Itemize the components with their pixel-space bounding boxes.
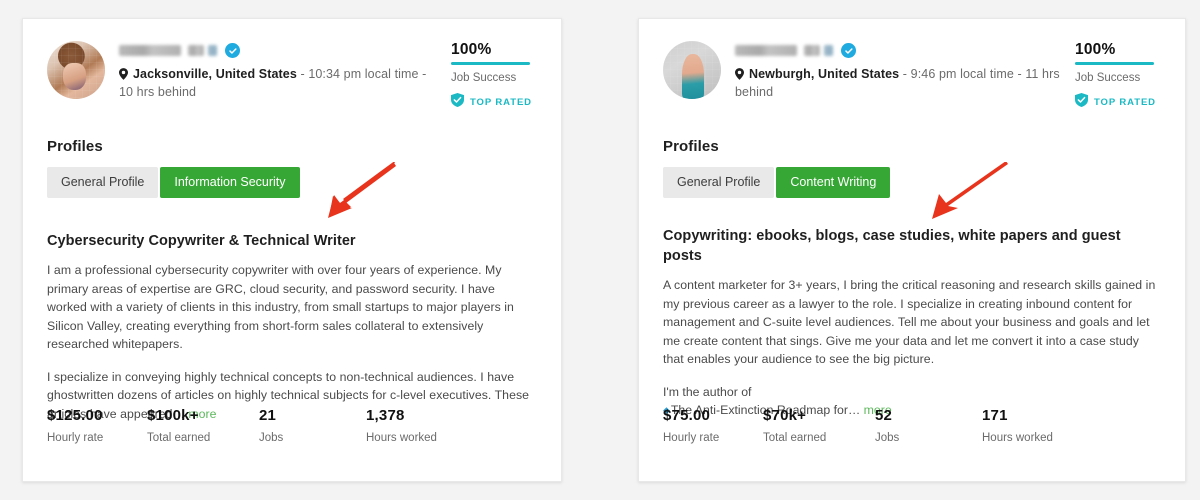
stat-value: $100k+	[147, 407, 199, 424]
stat-jobs: 21 Jobs	[259, 407, 366, 445]
job-success-block: 100% Job Success TOP RATED	[1075, 39, 1161, 112]
stat-value: 171	[982, 407, 1008, 424]
time-separator: -	[1013, 67, 1026, 81]
job-success-bar	[1075, 62, 1154, 65]
profiles-heading: Profiles	[47, 138, 103, 155]
name-blur-part	[804, 45, 820, 56]
stats-row: $125.00 Hourly rate $100k+ Total earned …	[47, 407, 537, 445]
card-header: Jacksonville, United States - 10:34 pm l…	[47, 39, 537, 112]
avatar-blur-overlay	[663, 41, 721, 99]
tab-specialized-profile[interactable]: Information Security	[160, 167, 300, 198]
top-rated-badge: TOP RATED	[1075, 93, 1161, 112]
shield-icon	[1075, 93, 1088, 112]
profile-description-paragraph: A content marketer for 3+ years, I bring…	[663, 278, 1156, 366]
freelancer-profile-comparison-page: Jacksonville, United States - 10:34 pm l…	[0, 0, 1200, 500]
stat-value: 52	[875, 407, 893, 424]
stat-label: Jobs	[875, 432, 900, 444]
stat-hourly-rate: $75.00 Hourly rate	[663, 407, 763, 445]
time-separator: -	[418, 67, 427, 81]
stat-value: $75.00	[663, 407, 711, 424]
job-success-label: Job Success	[451, 72, 517, 84]
location-line: Newburgh, United States - 9:46 pm local …	[735, 66, 1067, 100]
shield-icon	[451, 93, 464, 112]
local-time-text: 10:34 pm local time	[308, 67, 419, 81]
stat-total-earned: $70k+ Total earned	[763, 407, 875, 445]
name-blur-part	[208, 45, 217, 56]
stat-label: Jobs	[259, 432, 284, 444]
freelancer-name-redacted	[119, 42, 443, 59]
name-blur-part	[188, 45, 204, 56]
job-success-label: Job Success	[1075, 72, 1141, 84]
identity-block: Newburgh, United States - 9:46 pm local …	[735, 39, 1075, 100]
tab-specialized-profile[interactable]: Content Writing	[776, 167, 891, 198]
location-pin-icon	[735, 68, 744, 84]
stat-total-earned: $100k+ Total earned	[147, 407, 259, 445]
top-rated-badge: TOP RATED	[451, 93, 537, 112]
location-pin-icon	[119, 68, 128, 84]
stat-hours-worked: 171 Hours worked	[982, 407, 1102, 445]
stats-row: $75.00 Hourly rate $70k+ Total earned 52…	[663, 407, 1161, 445]
card-header: Newburgh, United States - 9:46 pm local …	[663, 39, 1161, 112]
freelancer-name-redacted	[735, 42, 1067, 59]
location-text: Newburgh, United States	[749, 67, 900, 81]
tab-general-profile[interactable]: General Profile	[47, 167, 159, 198]
stat-value: $70k+	[763, 407, 807, 424]
identity-block: Jacksonville, United States - 10:34 pm l…	[119, 39, 451, 100]
stat-label: Total earned	[763, 432, 827, 444]
location-separator: -	[296, 67, 309, 81]
local-time-text: 9:46 pm local time	[910, 67, 1014, 81]
job-title: Cybersecurity Copywriter & Technical Wri…	[47, 233, 356, 249]
profiles-tabs: General Profile Content Writing	[663, 167, 1161, 198]
job-success-block: 100% Job Success TOP RATED	[451, 39, 537, 112]
job-success-bar	[451, 62, 530, 65]
name-blur-part	[735, 45, 797, 56]
stat-hours-worked: 1,378 Hours worked	[366, 407, 486, 445]
top-rated-label: TOP RATED	[1094, 97, 1156, 108]
freelancer-card-2[interactable]: Newburgh, United States - 9:46 pm local …	[638, 18, 1186, 482]
stat-value: $125.00	[47, 407, 103, 424]
freelancer-card-1[interactable]: Jacksonville, United States - 10:34 pm l…	[22, 18, 562, 482]
stat-jobs: 52 Jobs	[875, 407, 982, 445]
job-success-percent: 100%	[1075, 41, 1116, 58]
stat-label: Hourly rate	[663, 432, 720, 444]
stat-label: Total earned	[147, 432, 211, 444]
stat-label: Hours worked	[366, 432, 437, 444]
stat-hourly-rate: $125.00 Hourly rate	[47, 407, 147, 445]
avatar[interactable]	[663, 41, 721, 99]
stat-value: 1,378	[366, 407, 405, 424]
author-intro-text: I'm the author of	[663, 384, 752, 399]
name-blur-part	[119, 45, 181, 56]
location-separator: -	[899, 67, 911, 81]
stat-label: Hourly rate	[47, 432, 104, 444]
profiles-heading: Profiles	[663, 138, 719, 155]
job-title: Copywriting: ebooks, blogs, case studies…	[663, 228, 1121, 264]
tab-general-profile[interactable]: General Profile	[663, 167, 775, 198]
profiles-tabs: General Profile Information Security	[47, 167, 537, 198]
location-line: Jacksonville, United States - 10:34 pm l…	[119, 66, 443, 100]
job-success-percent: 100%	[451, 41, 492, 58]
time-offset-text: 10 hrs behind	[119, 85, 197, 99]
verified-check-icon	[225, 43, 240, 58]
location-text: Jacksonville, United States	[133, 67, 297, 81]
stat-label: Hours worked	[982, 432, 1053, 444]
avatar[interactable]	[47, 41, 105, 99]
verified-check-icon	[841, 43, 856, 58]
profile-description-paragraph: I am a professional cybersecurity copywr…	[47, 263, 514, 351]
name-blur-part	[824, 45, 833, 56]
top-rated-label: TOP RATED	[470, 97, 532, 108]
stat-value: 21	[259, 407, 277, 424]
avatar-blur-overlay	[47, 41, 105, 99]
